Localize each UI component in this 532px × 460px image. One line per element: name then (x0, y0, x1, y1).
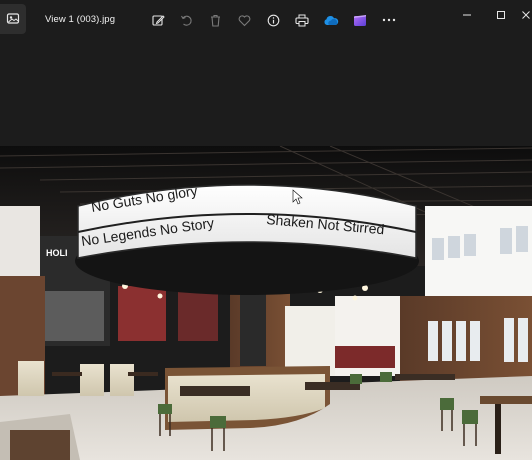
photos-icon (6, 13, 20, 24)
close-icon (522, 11, 530, 19)
left-booths (18, 361, 158, 396)
lower-windows (428, 318, 528, 362)
minimize-button[interactable] (460, 8, 474, 22)
onedrive-icon (324, 15, 339, 25)
maximize-button[interactable] (494, 8, 508, 22)
wall-text: HOLI (46, 248, 68, 258)
clipchamp-button[interactable] (352, 12, 368, 28)
favorite-icon (238, 14, 250, 26)
info-icon (267, 14, 279, 26)
delete-button[interactable] (207, 12, 223, 28)
red-booth (335, 346, 395, 368)
right-table-leg (495, 404, 501, 454)
maximize-icon (497, 11, 505, 19)
edit-image-icon (151, 14, 165, 26)
info-button[interactable] (265, 12, 281, 28)
right-table-2 (480, 396, 532, 404)
print-button[interactable] (294, 12, 310, 28)
photo-canvas[interactable]: HOLI No Guts No glory No Legends No Stor… (0, 146, 532, 460)
close-button[interactable] (519, 8, 532, 22)
restaurant-interior-image: HOLI No Guts No glory No Legends No Stor… (0, 146, 532, 460)
favorite-button[interactable] (236, 12, 252, 28)
print-icon (295, 14, 309, 26)
wall-mural-1 (44, 291, 104, 341)
title-bar: View 1 (003).jpg (0, 0, 532, 40)
left-foreground-booth (10, 430, 70, 460)
minimize-icon (463, 14, 471, 16)
rotate-button[interactable] (178, 12, 194, 28)
center-table (180, 386, 250, 396)
clipchamp-icon (354, 14, 366, 26)
rotate-icon (180, 15, 192, 26)
delete-icon (210, 14, 220, 27)
more-options-button[interactable] (381, 12, 397, 28)
edit-image-button[interactable] (150, 12, 166, 28)
more-icon (382, 18, 396, 22)
file-name: View 1 (003).jpg (45, 14, 116, 25)
onedrive-button[interactable] (323, 12, 339, 28)
right-table-1 (395, 374, 455, 380)
back-doorway (285, 306, 335, 376)
photos-app-icon[interactable] (0, 4, 26, 34)
